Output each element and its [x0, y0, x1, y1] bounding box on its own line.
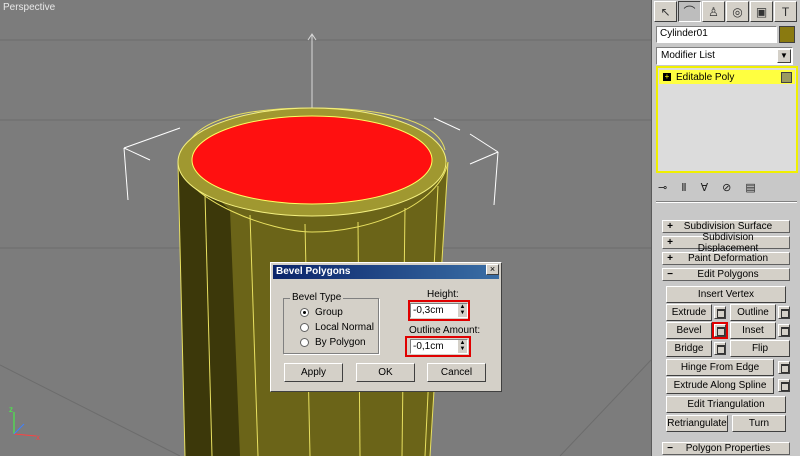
object-color-swatch[interactable]: [779, 26, 795, 43]
expand-plus-icon[interactable]: +: [663, 73, 671, 81]
object-name-field[interactable]: Cylinder01: [656, 26, 777, 43]
radio-label: Group: [315, 307, 343, 318]
insert-vertex-button[interactable]: Insert Vertex: [666, 286, 786, 303]
height-value: -0,3cm: [413, 305, 444, 316]
dialog-title[interactable]: Bevel Polygons: [273, 265, 499, 279]
chevron-down-icon[interactable]: ▼: [777, 49, 791, 63]
hinge-from-edge-button[interactable]: Hinge From Edge: [666, 359, 774, 376]
turn-button[interactable]: Turn: [732, 415, 786, 432]
hierarchy-tab-icon[interactable]: ♙: [702, 1, 725, 22]
extrude-along-spline-button[interactable]: Extrude Along Spline: [666, 377, 774, 394]
pin-stack-icon[interactable]: ⊸: [658, 181, 667, 194]
bevel-type-label: Bevel Type: [290, 292, 344, 303]
minus-icon: −: [667, 443, 673, 454]
extrude-button[interactable]: Extrude: [666, 304, 712, 321]
axis-tripod-icon: z x: [9, 405, 40, 442]
rollout-polygon-properties[interactable]: − Polygon Properties: [662, 442, 790, 455]
inset-button[interactable]: Inset: [730, 322, 776, 339]
display-tab-icon[interactable]: ▣: [750, 1, 773, 22]
radio-icon[interactable]: [300, 323, 309, 332]
radio-group[interactable]: Group: [300, 307, 343, 318]
outline-value: -0,1cm: [413, 341, 444, 352]
edit-triangulation-button[interactable]: Edit Triangulation: [666, 396, 786, 413]
outline-settings-icon[interactable]: [778, 306, 790, 319]
bevel-type-group: Bevel Type Group Local Normal By Polygon: [283, 292, 379, 354]
extrude-spline-settings-icon[interactable]: [778, 379, 790, 392]
extrude-settings-icon[interactable]: [714, 306, 726, 319]
spinner-arrows-icon[interactable]: ▲ ▼: [458, 340, 467, 353]
rollout-edit-polygons[interactable]: − Edit Polygons: [662, 268, 790, 281]
bevel-settings-icon[interactable]: [712, 322, 728, 339]
inset-settings-icon[interactable]: [778, 324, 790, 337]
rollout-paint-deformation[interactable]: + Paint Deformation: [662, 252, 790, 265]
rollout-label: Edit Polygons: [697, 269, 759, 280]
viewport-label[interactable]: Perspective: [3, 2, 55, 13]
close-icon[interactable]: ×: [486, 264, 499, 275]
flip-button[interactable]: Flip: [730, 340, 790, 357]
stack-item-label: Editable Poly: [676, 71, 735, 83]
ok-button[interactable]: OK: [356, 363, 415, 382]
bevel-button[interactable]: Bevel: [666, 322, 712, 339]
plus-icon: +: [667, 253, 673, 264]
outline-button[interactable]: Outline: [730, 304, 776, 321]
modifier-stack: + Editable Poly: [656, 66, 798, 173]
radio-label: By Polygon: [315, 337, 366, 348]
divider: [656, 201, 797, 202]
stack-item-toggle-icon[interactable]: [781, 72, 792, 83]
bridge-settings-icon[interactable]: [714, 342, 726, 355]
create-tab-icon[interactable]: ↖: [654, 1, 677, 22]
apply-button[interactable]: Apply: [284, 363, 343, 382]
utilities-tab-icon[interactable]: T: [774, 1, 797, 22]
outline-amount-label: Outline Amount:: [409, 325, 481, 336]
modify-tab-icon[interactable]: ⌒: [678, 1, 701, 22]
rollout-subdivision-displacement[interactable]: + Subdivision Displacement: [662, 232, 790, 254]
minus-icon: −: [667, 269, 673, 280]
motion-tab-icon[interactable]: ◎: [726, 1, 749, 22]
selected-cap-polygon: [191, 115, 433, 205]
stack-item-editable-poly[interactable]: + Editable Poly: [659, 70, 795, 84]
retriangulate-button[interactable]: Retriangulate: [666, 415, 728, 432]
bevel-polygons-dialog: Bevel Polygons × Bevel Type Group Local …: [270, 262, 502, 392]
cancel-button[interactable]: Cancel: [427, 363, 486, 382]
make-unique-icon[interactable]: ∀: [701, 181, 709, 194]
svg-text:z: z: [9, 405, 13, 414]
radio-label: Local Normal: [315, 322, 374, 333]
modifier-list-label: Modifier List: [661, 50, 715, 61]
rollout-label: Paint Deformation: [687, 253, 769, 264]
rollout-label: Subdivision Surface: [683, 221, 773, 232]
rollout-label: Subdivision Displacement: [697, 231, 759, 254]
plus-icon: +: [667, 221, 673, 232]
bridge-button[interactable]: Bridge: [666, 340, 712, 357]
stack-toolbar: ⊸ Ⅱ ∀ ⊘ ▤: [658, 179, 796, 195]
radio-local-normal[interactable]: Local Normal: [300, 322, 374, 333]
spinner-arrows-icon[interactable]: ▲ ▼: [458, 304, 467, 317]
plus-icon: +: [667, 237, 673, 248]
command-panel-tabs: ↖ ⌒ ♙ ◎ ▣ T: [654, 1, 798, 23]
radio-by-polygon[interactable]: By Polygon: [300, 337, 366, 348]
configure-sets-icon[interactable]: ▤: [745, 181, 755, 194]
rollouts: + Subdivision Surface + Subdivision Disp…: [656, 212, 797, 456]
rollout-label: Polygon Properties: [685, 443, 771, 454]
radio-selected-icon[interactable]: [300, 308, 309, 317]
height-spinner[interactable]: -0,3cm ▲ ▼: [410, 303, 468, 318]
modifier-list-dropdown[interactable]: Modifier List ▼: [656, 47, 793, 65]
hinge-settings-icon[interactable]: [778, 361, 790, 374]
svg-text:x: x: [36, 433, 40, 442]
outline-amount-spinner[interactable]: -0,1cm ▲ ▼: [410, 339, 468, 354]
height-label: Height:: [427, 289, 459, 300]
command-panel: ↖ ⌒ ♙ ◎ ▣ T Cylinder01 Modifier List ▼ +…: [651, 0, 800, 456]
remove-modifier-icon[interactable]: ⊘: [722, 181, 731, 194]
show-end-result-icon[interactable]: Ⅱ: [681, 181, 686, 194]
radio-icon[interactable]: [300, 338, 309, 347]
